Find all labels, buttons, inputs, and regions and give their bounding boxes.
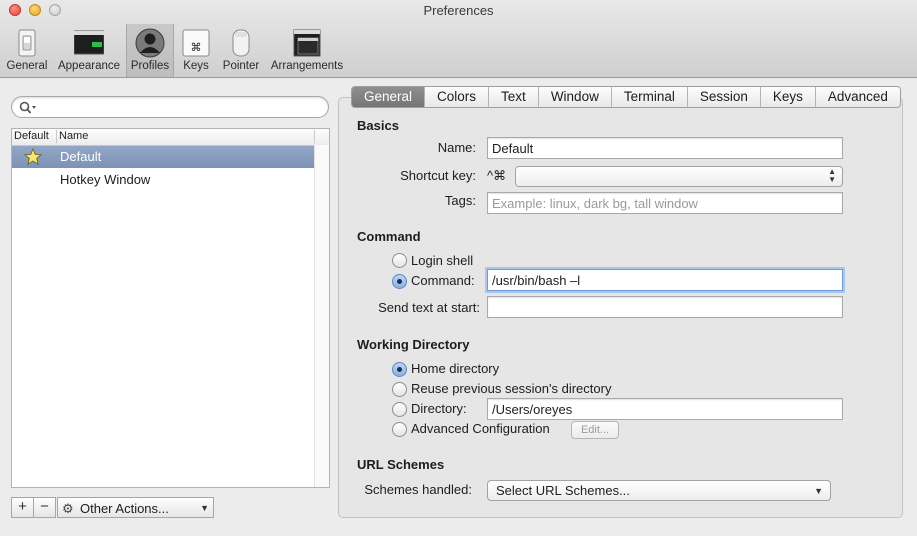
profile-list[interactable]: Default Name Default Hotkey Window bbox=[11, 128, 330, 488]
tab-advanced[interactable]: Advanced bbox=[814, 87, 900, 107]
url-schemes-popup[interactable]: Select URL Schemes... ▼ bbox=[487, 480, 831, 501]
command-input[interactable] bbox=[492, 272, 838, 288]
schemes-handled-label: Schemes handled: bbox=[364, 482, 472, 497]
login-shell-radio[interactable] bbox=[392, 253, 407, 268]
tags-input[interactable] bbox=[492, 195, 838, 211]
reuse-directory-label[interactable]: Reuse previous session's directory bbox=[411, 381, 611, 396]
tab-colors[interactable]: Colors bbox=[424, 87, 488, 107]
section-url-schemes-title: URL Schemes bbox=[357, 457, 445, 472]
window-toolbar: Preferences General Appearance Profiles … bbox=[0, 0, 917, 78]
default-star-icon bbox=[24, 148, 42, 166]
windows-icon bbox=[293, 29, 321, 57]
other-actions-button[interactable]: ⚙ Other Actions... ▼ bbox=[57, 497, 214, 518]
profile-search-input[interactable] bbox=[42, 99, 322, 117]
home-directory-radio[interactable] bbox=[392, 362, 407, 377]
name-field[interactable] bbox=[487, 137, 843, 159]
directory-label[interactable]: Directory: bbox=[411, 401, 467, 416]
profile-list-scrollbar[interactable] bbox=[314, 145, 329, 487]
updown-arrows-icon: ▲ ▼ bbox=[828, 167, 836, 184]
section-working-directory-title: Working Directory bbox=[357, 337, 470, 352]
command-label[interactable]: Command: bbox=[411, 273, 475, 288]
column-header-name[interactable]: Name bbox=[59, 130, 88, 142]
tab-text[interactable]: Text bbox=[488, 87, 538, 107]
toolbar-arrangements[interactable]: Arrangements bbox=[268, 24, 346, 77]
toolbar-pointer[interactable]: Pointer bbox=[219, 24, 263, 77]
tags-field[interactable] bbox=[487, 192, 843, 214]
profile-row[interactable]: Hotkey Window bbox=[12, 169, 316, 191]
login-shell-label[interactable]: Login shell bbox=[411, 253, 473, 268]
section-command-title: Command bbox=[357, 229, 421, 244]
tab-terminal[interactable]: Terminal bbox=[610, 87, 687, 107]
dropdown-arrow-icon: ▼ bbox=[200, 503, 209, 513]
shortcut-key-label: Shortcut key: bbox=[400, 168, 476, 183]
toolbar-appearance[interactable]: Appearance bbox=[54, 24, 124, 77]
tab-keys[interactable]: Keys bbox=[759, 87, 815, 107]
tab-window[interactable]: Window bbox=[537, 87, 611, 107]
shortcut-key-popup[interactable]: ▲ ▼ bbox=[515, 166, 843, 187]
send-text-field[interactable] bbox=[487, 296, 843, 318]
gear-icon: ⚙ bbox=[62, 501, 74, 516]
monitor-icon bbox=[74, 30, 104, 55]
advanced-configuration-radio[interactable] bbox=[392, 422, 407, 437]
switch-icon bbox=[18, 29, 36, 57]
toolbar-general[interactable]: General bbox=[3, 24, 51, 77]
toolbar-keys[interactable]: ⌘ Keys bbox=[177, 24, 215, 77]
profile-list-header: Default Name bbox=[12, 129, 329, 146]
person-icon bbox=[135, 28, 165, 58]
section-basics-title: Basics bbox=[357, 118, 399, 133]
svg-text:⌘: ⌘ bbox=[191, 41, 202, 54]
reuse-directory-radio[interactable] bbox=[392, 382, 407, 397]
profile-name: Default bbox=[60, 149, 102, 164]
profile-search-field[interactable] bbox=[11, 96, 329, 118]
add-profile-button[interactable]: + bbox=[11, 497, 34, 518]
tab-session[interactable]: Session bbox=[686, 87, 760, 107]
edit-advanced-button[interactable]: Edit... bbox=[571, 421, 619, 439]
profile-row[interactable]: Default bbox=[12, 146, 316, 168]
advanced-configuration-label[interactable]: Advanced Configuration bbox=[411, 421, 550, 436]
send-text-input[interactable] bbox=[492, 299, 838, 315]
directory-field[interactable] bbox=[487, 398, 843, 420]
tab-general[interactable]: General bbox=[352, 87, 425, 107]
column-header-default[interactable]: Default bbox=[14, 130, 49, 142]
name-input[interactable] bbox=[492, 140, 838, 156]
remove-profile-button[interactable]: − bbox=[33, 497, 56, 518]
search-icon bbox=[19, 101, 36, 114]
other-actions-label: Other Actions... bbox=[80, 501, 169, 516]
chevron-down-icon: ▼ bbox=[814, 486, 823, 496]
mouse-icon bbox=[232, 29, 250, 57]
name-label: Name: bbox=[437, 140, 476, 155]
toolbar-profiles[interactable]: Profiles bbox=[126, 24, 174, 77]
command-field[interactable] bbox=[487, 269, 843, 291]
profile-name: Hotkey Window bbox=[60, 172, 151, 187]
shortcut-modifiers: ^⌘ bbox=[487, 168, 507, 183]
directory-radio[interactable] bbox=[392, 402, 407, 417]
command-key-icon: ⌘ bbox=[182, 29, 210, 57]
command-radio[interactable] bbox=[392, 274, 407, 289]
url-schemes-value: Select URL Schemes... bbox=[496, 483, 630, 498]
send-text-label: Send text at start: bbox=[378, 300, 480, 315]
window-title: Preferences bbox=[423, 3, 494, 18]
directory-input[interactable] bbox=[492, 401, 838, 417]
settings-tab-bar: General Colors Text Window Terminal Sess… bbox=[351, 86, 901, 108]
home-directory-label[interactable]: Home directory bbox=[411, 361, 499, 376]
tags-label: Tags: bbox=[444, 193, 476, 208]
